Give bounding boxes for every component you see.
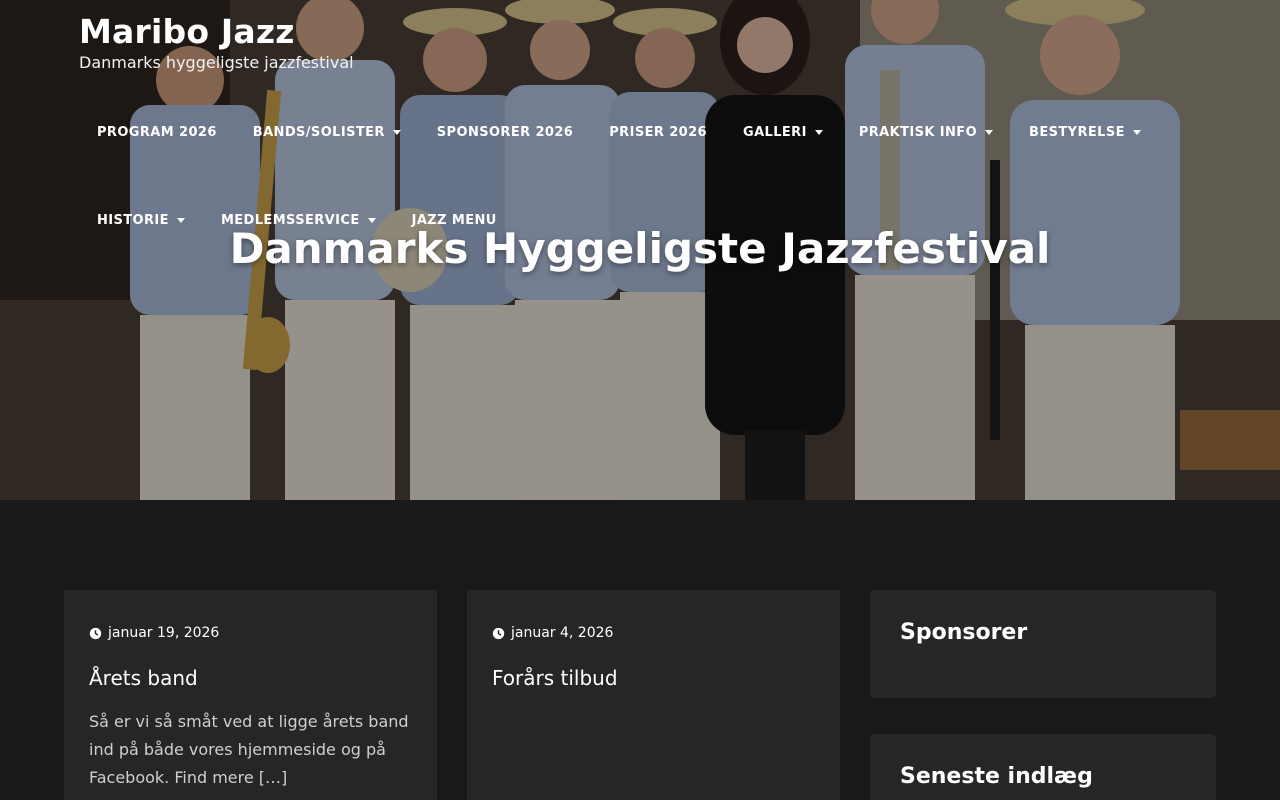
widget-title-seneste-indlaeg: Seneste indlæg (900, 764, 1093, 789)
nav-item-galleri[interactable]: GALLERI (725, 125, 841, 140)
clock-icon (492, 627, 505, 639)
nav-label: BESTYRELSE (1029, 124, 1125, 140)
post-card: januar 4, 2026 Forårs tilbud (467, 590, 840, 800)
nav-item-bestyrelse[interactable]: BESTYRELSE (1011, 125, 1159, 140)
nav-item-sponsorer-2026[interactable]: SPONSORER 2026 (419, 125, 591, 140)
caret-down-icon (985, 129, 994, 135)
nav-row-1: PROGRAM 2026 BANDS/SOLISTER SPONSORER 20… (79, 110, 1199, 154)
post-date[interactable]: januar 19, 2026 (89, 625, 219, 641)
recent-posts-widget: Seneste indlæg (870, 734, 1216, 800)
post-excerpt: Så er vi så småt ved at ligge årets band… (89, 712, 409, 787)
post-date-text: januar 4, 2026 (511, 625, 614, 641)
post-card: januar 19, 2026 Årets band Så er vi så s… (64, 590, 437, 800)
main-navigation: PROGRAM 2026 BANDS/SOLISTER SPONSORER 20… (79, 110, 1199, 242)
sponsors-widget: Sponsorer (870, 590, 1216, 698)
nav-label: SPONSORER 2026 (436, 124, 574, 140)
nav-label: BANDS/SOLISTER (252, 124, 385, 140)
caret-down-icon (814, 129, 823, 135)
hero-heading: Danmarks Hyggeligste Jazzfestival (229, 224, 1051, 273)
site-title[interactable]: Maribo Jazz (79, 12, 295, 51)
nav-label: PRISER 2026 (609, 124, 707, 140)
post-date-text: januar 19, 2026 (108, 625, 220, 641)
post-date[interactable]: januar 4, 2026 (492, 625, 613, 641)
caret-down-icon (176, 217, 185, 223)
nav-item-program-2026[interactable]: PROGRAM 2026 (79, 125, 235, 140)
caret-down-icon (367, 217, 376, 223)
nav-label: GALLERI (743, 124, 807, 140)
caret-down-icon (392, 129, 401, 135)
hero-banner: Maribo Jazz Danmarks hyggeligste jazzfes… (0, 0, 1280, 500)
nav-label: PRAKTISK INFO (858, 124, 978, 140)
site-tagline: Danmarks hyggeligste jazzfestival (79, 53, 354, 72)
nav-item-bands-solister[interactable]: BANDS/SOLISTER (235, 125, 419, 140)
nav-label: PROGRAM 2026 (97, 124, 217, 140)
post-title[interactable]: Forårs tilbud (492, 666, 618, 690)
clock-icon (89, 627, 102, 639)
nav-item-praktisk-info[interactable]: PRAKTISK INFO (841, 125, 1011, 140)
nav-item-priser-2026[interactable]: PRISER 2026 (591, 125, 725, 140)
post-title[interactable]: Årets band (89, 666, 198, 690)
widget-title-sponsorer: Sponsorer (900, 620, 1028, 645)
caret-down-icon (1132, 129, 1141, 135)
